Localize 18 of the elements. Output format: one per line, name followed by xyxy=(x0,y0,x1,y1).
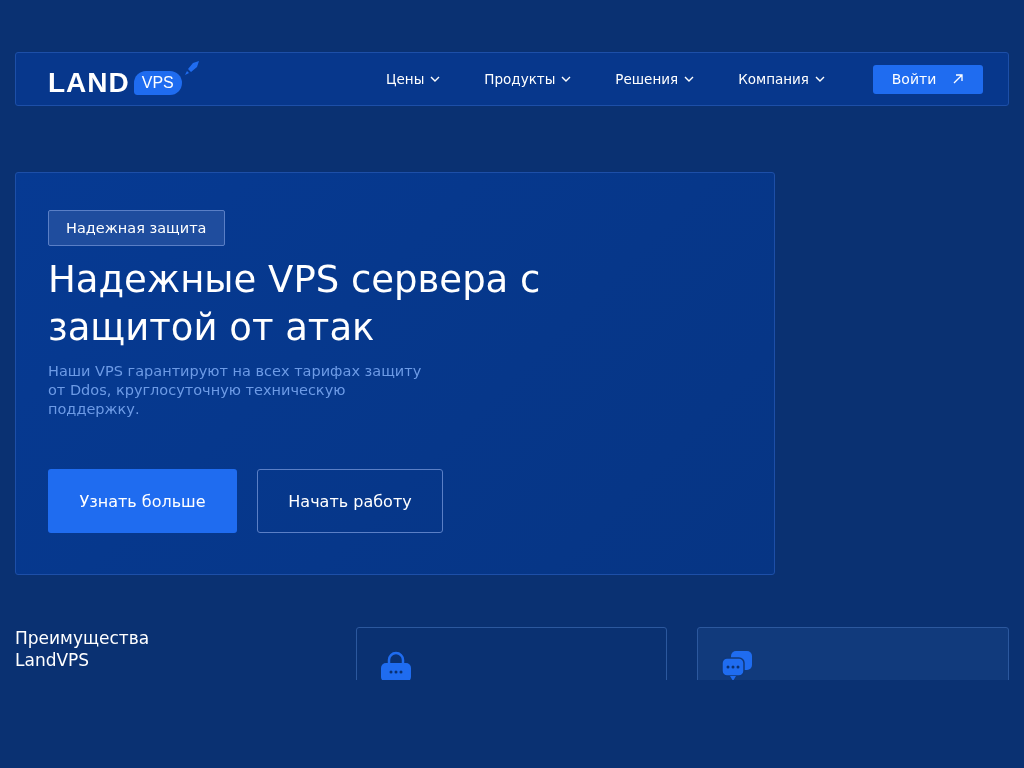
nav-menu-item[interactable]: Цены xyxy=(386,71,441,87)
learn-more-button[interactable]: Узнать больше xyxy=(48,469,237,533)
nav-menu-item[interactable]: Решения xyxy=(615,71,695,87)
rocket-icon xyxy=(183,60,200,76)
arrow-up-right-icon xyxy=(952,73,965,85)
hero-description: Наши VPS гарантируют на всех тарифах защиту от Ddos, круглосуточную техническую поддержку. xyxy=(48,362,423,419)
hero-title: Надежные VPS сервера с защитой от атак xyxy=(48,257,542,351)
chevron-down-icon xyxy=(684,76,695,82)
chevron-down-icon xyxy=(430,76,441,82)
tag-label: Надежная защита xyxy=(48,210,225,246)
nav-menu-item[interactable]: Продукты xyxy=(484,71,572,87)
chevron-down-icon xyxy=(561,76,572,82)
logo[interactable]: LAND VPS xyxy=(48,60,200,98)
get-started-button[interactable]: Начать работу xyxy=(257,469,443,533)
chevron-down-icon xyxy=(815,76,825,82)
login-button[interactable]: Войти xyxy=(873,64,983,94)
section-title: Преимущества LandVPS xyxy=(15,627,151,672)
nav-menu-item[interactable]: Компания xyxy=(738,71,825,87)
